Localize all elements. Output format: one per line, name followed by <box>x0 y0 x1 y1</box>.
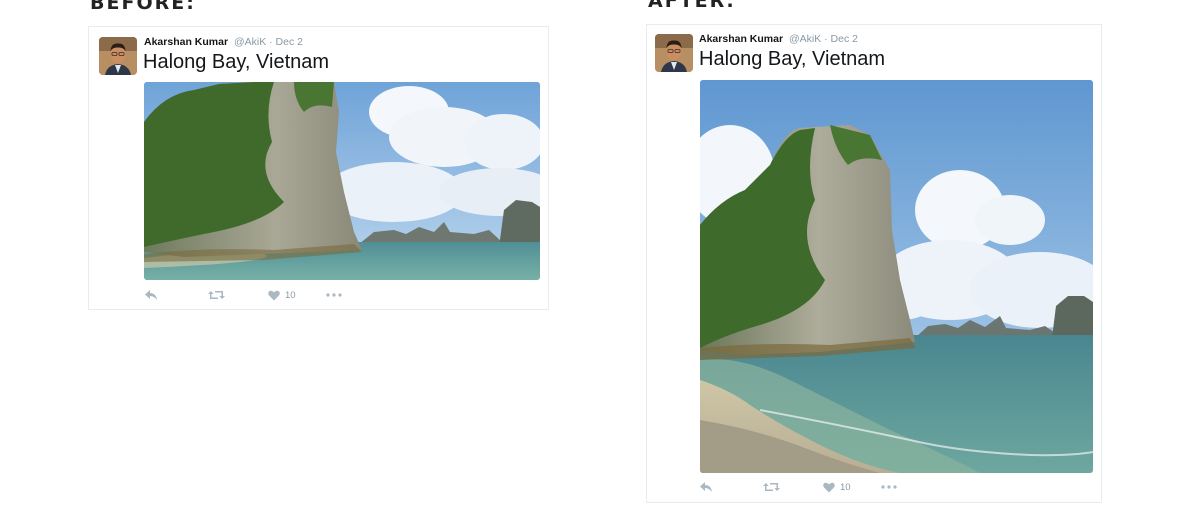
after-label: AFTER: <box>648 0 736 12</box>
header-separator: · <box>824 33 828 45</box>
heart-icon <box>823 482 835 492</box>
author-name[interactable]: Akarshan Kumar <box>144 36 228 48</box>
tweet-actions: 10 <box>144 289 342 301</box>
avatar[interactable] <box>655 34 693 72</box>
tweet-header: Akarshan Kumar @AkiK · Dec 2 <box>699 33 858 45</box>
author-name[interactable]: Akarshan Kumar <box>699 33 783 45</box>
tweet-card-after[interactable]: Akarshan Kumar @AkiK · Dec 2 Halong Bay,… <box>646 24 1102 503</box>
tweet-photo[interactable] <box>144 82 540 280</box>
tweet-date[interactable]: Dec 2 <box>276 36 303 48</box>
retweet-icon <box>763 483 780 491</box>
like-count: 10 <box>285 289 296 301</box>
tweet-actions: 10 <box>699 481 897 493</box>
more-button[interactable] <box>881 485 897 489</box>
retweet-button[interactable] <box>763 481 823 493</box>
reply-icon <box>700 482 712 492</box>
avatar[interactable] <box>99 37 137 75</box>
retweet-icon <box>208 291 225 299</box>
retweet-button[interactable] <box>208 289 268 301</box>
tweet-date[interactable]: Dec 2 <box>831 33 858 45</box>
more-button[interactable] <box>326 293 342 297</box>
heart-icon <box>268 290 280 300</box>
author-handle[interactable]: @AkiK <box>234 36 266 48</box>
reply-icon <box>145 290 157 300</box>
more-icon <box>881 485 897 489</box>
header-separator: · <box>269 36 273 48</box>
more-icon <box>326 293 342 297</box>
like-button[interactable]: 10 <box>268 290 326 301</box>
reply-button[interactable] <box>699 481 763 493</box>
tweet-card-before[interactable]: Akarshan Kumar @AkiK · Dec 2 Halong Bay,… <box>88 26 549 310</box>
tweet-text: Halong Bay, Vietnam <box>143 51 330 73</box>
before-label: BEFORE: <box>90 0 196 14</box>
tweet-text: Halong Bay, Vietnam <box>699 48 886 70</box>
tweet-photo[interactable] <box>700 80 1093 473</box>
like-count: 10 <box>840 481 851 493</box>
author-handle[interactable]: @AkiK <box>789 33 821 45</box>
tweet-header: Akarshan Kumar @AkiK · Dec 2 <box>144 36 303 48</box>
like-button[interactable]: 10 <box>823 482 881 493</box>
reply-button[interactable] <box>144 289 208 301</box>
